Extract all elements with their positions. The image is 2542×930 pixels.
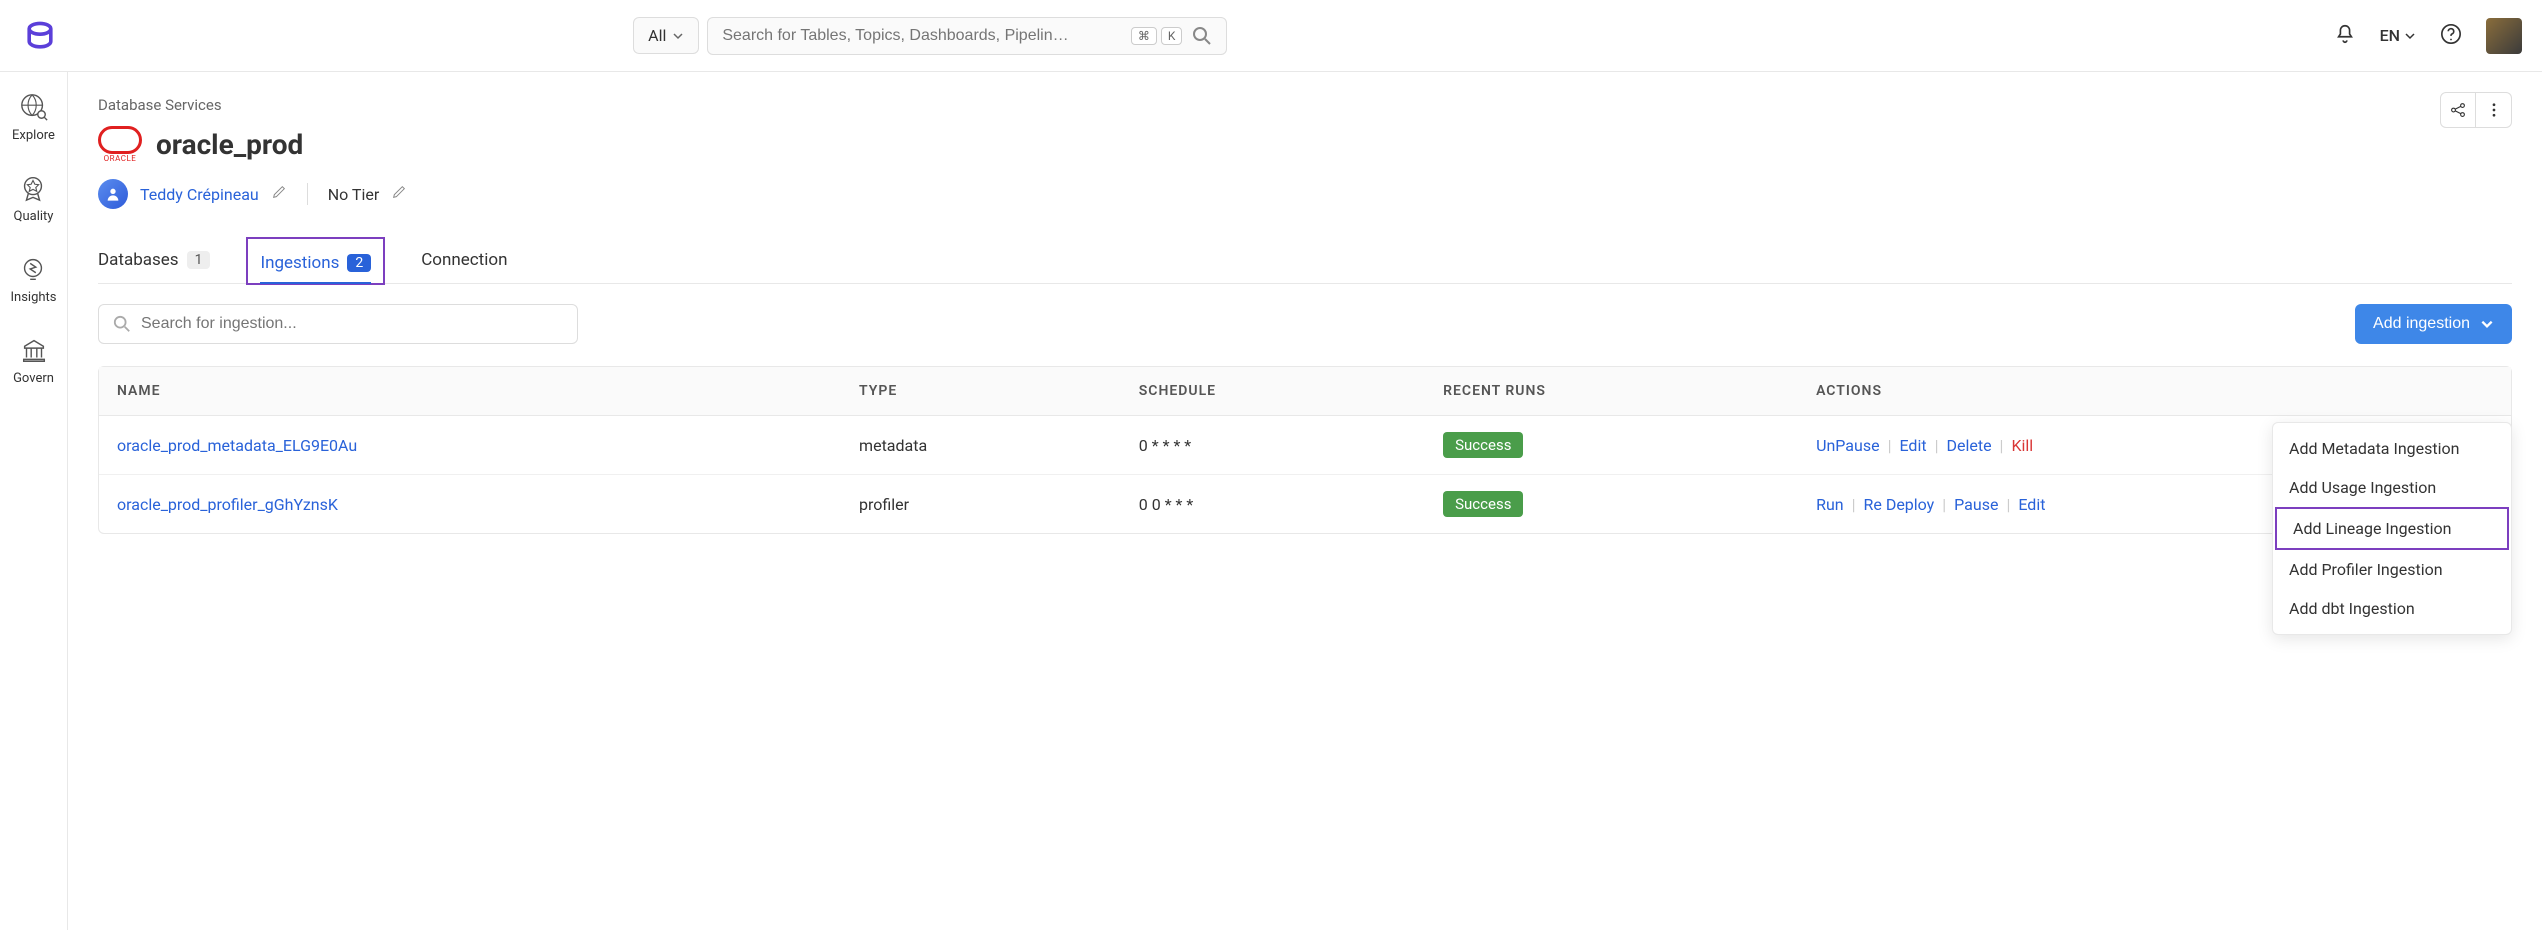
more-button[interactable] <box>2476 92 2512 128</box>
chevron-down-icon <box>672 30 684 42</box>
app-logo[interactable] <box>20 16 60 56</box>
search-input[interactable] <box>722 27 1130 45</box>
ingestion-type: metadata <box>841 416 1121 475</box>
meta-row: Teddy Crépineau No Tier <box>98 179 2512 209</box>
action-delete[interactable]: Delete <box>1946 436 1991 455</box>
govern-icon <box>19 335 49 365</box>
language-label: EN <box>2380 26 2400 45</box>
user-avatar[interactable] <box>2486 18 2522 54</box>
search-input-wrap[interactable]: ⌘ K <box>707 17 1227 55</box>
sidebar-label: Quality <box>14 209 54 224</box>
sidebar-label: Explore <box>12 128 55 143</box>
notifications-icon[interactable] <box>2334 23 2356 49</box>
status-badge: Success <box>1443 491 1523 517</box>
sidebar-item-insights[interactable]: Insights <box>10 254 56 305</box>
edit-tier-icon[interactable] <box>391 184 407 204</box>
tab-count: 2 <box>347 254 371 272</box>
panel-row: Add ingestion <box>98 304 2512 344</box>
badge-icon <box>18 173 48 203</box>
add-ingestion-dropdown: Add Metadata Ingestion Add Usage Ingesti… <box>2272 422 2512 635</box>
dropdown-item-dbt[interactable]: Add dbt Ingestion <box>2273 589 2511 628</box>
main-content: Database Services ORACLE oracle_prod Ted… <box>68 72 2542 930</box>
globe-search-icon <box>19 92 49 122</box>
search-icon <box>1192 26 1212 46</box>
action-unpause[interactable]: UnPause <box>1816 436 1879 455</box>
sidebar-item-quality[interactable]: Quality <box>14 173 54 224</box>
tabs: Databases 1 Ingestions 2 Connection <box>98 237 2512 284</box>
table-row: oracle_prod_metadata_ELG9E0Au metadata 0… <box>99 416 2511 475</box>
sidebar-label: Insights <box>10 290 56 305</box>
search-scope-selector[interactable]: All <box>633 17 699 54</box>
ingestion-name[interactable]: oracle_prod_profiler_gGhYznsK <box>117 495 338 514</box>
tab-label: Connection <box>421 250 507 270</box>
dropdown-item-usage[interactable]: Add Usage Ingestion <box>2273 468 2511 507</box>
page-title: oracle_prod <box>156 128 303 161</box>
ingestion-table: NAME TYPE SCHEDULE RECENT RUNS ACTIONS o… <box>98 366 2512 534</box>
sidebar-item-govern[interactable]: Govern <box>13 335 54 386</box>
action-edit[interactable]: Edit <box>1899 436 1926 455</box>
status-badge: Success <box>1443 432 1523 458</box>
col-recent-runs: RECENT RUNS <box>1425 367 1798 416</box>
more-vertical-icon <box>2485 101 2503 119</box>
col-name: NAME <box>99 367 841 416</box>
tab-ingestions[interactable]: Ingestions 2 <box>260 243 371 283</box>
tab-label: Ingestions <box>260 253 339 273</box>
bulb-icon <box>18 254 48 284</box>
table-row: oracle_prod_profiler_gGhYznsK profiler 0… <box>99 475 2511 533</box>
col-actions: ACTIONS <box>1798 367 2511 416</box>
col-type: TYPE <box>841 367 1121 416</box>
table-header-row: NAME TYPE SCHEDULE RECENT RUNS ACTIONS <box>99 367 2511 416</box>
ingestion-name[interactable]: oracle_prod_metadata_ELG9E0Au <box>117 436 357 455</box>
share-button[interactable] <box>2440 92 2476 128</box>
action-run[interactable]: Run <box>1816 495 1844 514</box>
chevron-down-icon <box>2404 30 2416 42</box>
breadcrumb[interactable]: Database Services <box>98 96 2512 114</box>
tier-label: No Tier <box>328 185 380 204</box>
owner-name[interactable]: Teddy Crépineau <box>140 185 259 204</box>
help-icon[interactable] <box>2440 23 2462 49</box>
global-search: All ⌘ K <box>633 17 1227 55</box>
oracle-logo: ORACLE <box>98 126 142 163</box>
page-actions <box>2440 92 2512 128</box>
action-pause[interactable]: Pause <box>1954 495 1998 514</box>
kbd-cmd: ⌘ <box>1131 27 1157 45</box>
kbd-k: K <box>1161 27 1183 45</box>
add-ingestion-label: Add ingestion <box>2373 315 2470 333</box>
title-row: ORACLE oracle_prod <box>98 126 2512 163</box>
sidebar-item-explore[interactable]: Explore <box>12 92 55 143</box>
search-scope-label: All <box>648 26 666 45</box>
ingestion-search-input[interactable] <box>141 315 563 333</box>
dropdown-item-profiler[interactable]: Add Profiler Ingestion <box>2273 550 2511 589</box>
ingestion-type: profiler <box>841 475 1121 533</box>
tab-connection[interactable]: Connection <box>421 237 507 283</box>
tab-label: Databases <box>98 250 179 270</box>
topbar: All ⌘ K EN <box>0 0 2542 72</box>
chevron-down-icon <box>2480 317 2494 331</box>
dropdown-item-lineage[interactable]: Add Lineage Ingestion <box>2275 507 2509 550</box>
action-edit[interactable]: Edit <box>2018 495 2045 514</box>
divider <box>307 183 308 205</box>
sidebar: Explore Quality Insights Govern <box>0 72 68 930</box>
tab-count: 1 <box>187 251 211 269</box>
add-ingestion-button[interactable]: Add ingestion <box>2355 304 2512 344</box>
edit-owner-icon[interactable] <box>271 184 287 204</box>
action-redeploy[interactable]: Re Deploy <box>1864 495 1935 514</box>
owner-avatar[interactable] <box>98 179 128 209</box>
ingestion-schedule: 0 * * * * <box>1121 416 1425 475</box>
language-selector[interactable]: EN <box>2380 26 2416 45</box>
search-icon <box>113 315 131 333</box>
shortcut-hint: ⌘ K <box>1131 27 1183 45</box>
dropdown-item-metadata[interactable]: Add Metadata Ingestion <box>2273 429 2511 468</box>
topbar-right: EN <box>2334 18 2522 54</box>
ingestion-schedule: 0 0 * * * <box>1121 475 1425 533</box>
tab-databases[interactable]: Databases 1 <box>98 237 210 283</box>
action-kill[interactable]: Kill <box>2011 436 2033 455</box>
col-schedule: SCHEDULE <box>1121 367 1425 416</box>
ingestion-search[interactable] <box>98 304 578 344</box>
sidebar-label: Govern <box>13 371 54 386</box>
